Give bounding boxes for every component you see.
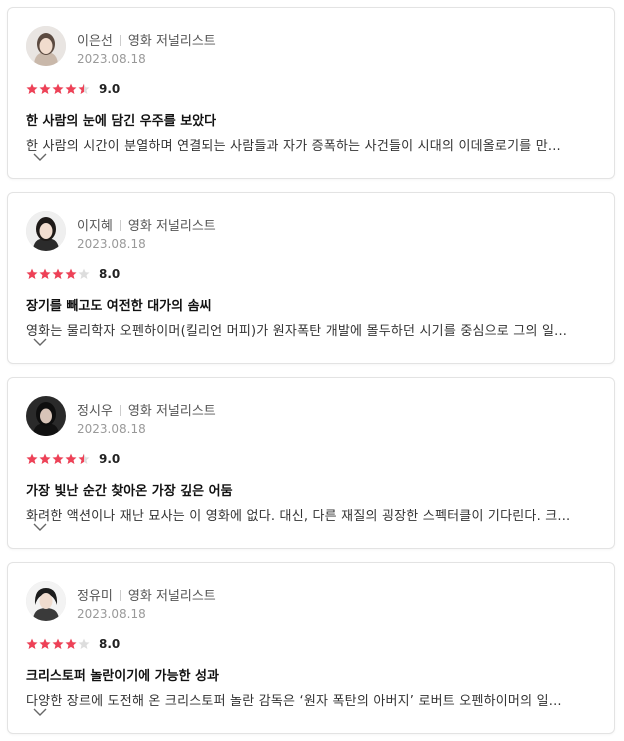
star-icon xyxy=(52,83,64,95)
rating: 9.0 xyxy=(26,451,120,467)
star-icon xyxy=(65,268,77,280)
review-body: 한 사람의 시간이 분열하며 연결되는 사람들과 자가 증폭하는 사건들이 시대… xyxy=(26,139,561,154)
rating: 8.0 xyxy=(26,636,120,652)
star-icon xyxy=(78,453,90,465)
review-date: 2023.08.18 xyxy=(77,422,146,436)
avatar xyxy=(26,396,66,436)
review-date: 2023.08.18 xyxy=(77,52,146,66)
rating-score: 9.0 xyxy=(99,452,121,466)
star-icon xyxy=(65,83,77,95)
critic-review-list: 이은선 영화 저널리스트 2023.08.18 9.0 한 사람의 눈에 담긴 우… xyxy=(0,0,624,741)
star-icon xyxy=(52,453,64,465)
star-icon xyxy=(52,268,64,280)
star-icon xyxy=(26,268,38,280)
review-body: 영화는 물리학자 오펜하이머(킬리언 머피)가 원자폭탄 개발에 몰두하던 시기… xyxy=(26,324,568,339)
critic-name: 정시우 xyxy=(77,404,113,419)
rating: 9.0 xyxy=(26,81,120,97)
rating-score: 8.0 xyxy=(99,637,121,651)
critic-meta: 이지혜 영화 저널리스트 xyxy=(77,215,216,234)
star-icon xyxy=(78,638,90,650)
chevron-down-icon[interactable] xyxy=(32,706,48,718)
star-rating xyxy=(26,83,91,95)
divider xyxy=(119,405,121,416)
avatar xyxy=(26,26,66,66)
critic-role: 영화 저널리스트 xyxy=(127,589,216,604)
review-body: 다양한 장르에 도전해 온 크리스토퍼 놀란 감독은 ‘원자 폭탄의 아버지’ … xyxy=(26,694,562,709)
star-icon xyxy=(39,453,51,465)
star-icon xyxy=(39,268,51,280)
critic-meta: 정유미 영화 저널리스트 xyxy=(77,585,216,604)
critic-meta: 이은선 영화 저널리스트 xyxy=(77,30,216,49)
review-date: 2023.08.18 xyxy=(77,237,146,251)
star-icon xyxy=(78,268,90,280)
critic-meta: 정시우 영화 저널리스트 xyxy=(77,400,216,419)
chevron-down-icon[interactable] xyxy=(32,151,48,163)
review-headline: 한 사람의 눈에 담긴 우주를 보았다 xyxy=(26,114,217,129)
review-headline: 가장 빛난 순간 찾아온 가장 깊은 어둠 xyxy=(26,484,233,499)
star-icon xyxy=(65,453,77,465)
divider xyxy=(119,35,121,46)
star-icon xyxy=(26,453,38,465)
critic-name: 이은선 xyxy=(77,34,113,49)
star-rating xyxy=(26,453,91,465)
chevron-down-icon[interactable] xyxy=(32,336,48,348)
review-headline: 크리스토퍼 놀란이기에 가능한 성과 xyxy=(26,669,219,684)
star-icon xyxy=(39,83,51,95)
critic-role: 영화 저널리스트 xyxy=(127,404,216,419)
critic-role: 영화 저널리스트 xyxy=(127,219,216,234)
review-card: 이지혜 영화 저널리스트 2023.08.18 8.0 장기를 빼고도 여전한 대… xyxy=(7,192,615,364)
review-card: 정유미 영화 저널리스트 2023.08.18 8.0 크리스토퍼 놀란이기에 가… xyxy=(7,562,615,734)
avatar xyxy=(26,581,66,621)
star-rating xyxy=(26,268,91,280)
review-date: 2023.08.18 xyxy=(77,607,146,621)
star-icon xyxy=(39,638,51,650)
rating: 8.0 xyxy=(26,266,120,282)
critic-name: 이지혜 xyxy=(77,219,113,234)
critic-name: 정유미 xyxy=(77,589,113,604)
chevron-down-icon[interactable] xyxy=(32,521,48,533)
review-card: 이은선 영화 저널리스트 2023.08.18 9.0 한 사람의 눈에 담긴 우… xyxy=(7,7,615,179)
star-icon xyxy=(52,638,64,650)
star-icon xyxy=(65,638,77,650)
rating-score: 9.0 xyxy=(99,82,121,96)
avatar xyxy=(26,211,66,251)
star-icon xyxy=(26,83,38,95)
review-card: 정시우 영화 저널리스트 2023.08.18 9.0 가장 빛난 순간 찾아온 … xyxy=(7,377,615,549)
star-icon xyxy=(78,83,90,95)
divider xyxy=(119,590,121,601)
review-headline: 장기를 빼고도 여전한 대가의 솜씨 xyxy=(26,299,212,314)
rating-score: 8.0 xyxy=(99,267,121,281)
star-rating xyxy=(26,638,91,650)
divider xyxy=(119,220,121,231)
star-icon xyxy=(26,638,38,650)
critic-role: 영화 저널리스트 xyxy=(127,34,216,49)
review-body: 화려한 액션이나 재난 묘사는 이 영화에 없다. 대신, 다른 재질의 굉장한… xyxy=(26,509,571,524)
